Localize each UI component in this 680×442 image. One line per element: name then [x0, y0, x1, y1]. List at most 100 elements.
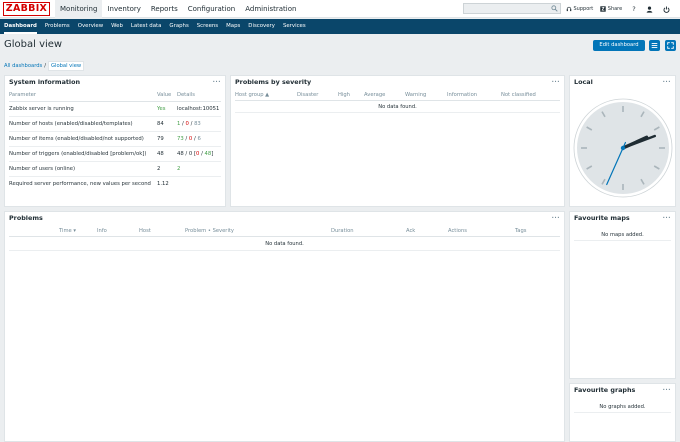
edit-dashboard-button[interactable]: Edit dashboard [593, 40, 645, 51]
table-row: Required server performance, new values … [9, 176, 221, 191]
system-info-table: Parameter Value Details Zabbix server is… [9, 89, 221, 191]
col-actions: Actions [448, 228, 467, 234]
details-cell: localhost:10051 [177, 101, 221, 117]
col-disaster: Disaster [297, 92, 319, 98]
parameter-cell: Number of triggers (enabled/disabled [pr… [9, 146, 157, 162]
submenu-discovery[interactable]: Discovery [244, 19, 279, 34]
col-host-group[interactable]: Host group ▲ [235, 89, 269, 101]
widget-menu-button[interactable]: ... [663, 212, 671, 221]
submenu-maps[interactable]: Maps [222, 19, 244, 34]
menu-inventory[interactable]: Inventory [102, 0, 145, 18]
details-cell: 2 [177, 161, 221, 177]
value-cell: Yes [157, 101, 177, 117]
submenu-dashboard[interactable]: Dashboard [0, 19, 41, 34]
menu-monitoring[interactable]: Monitoring [55, 0, 103, 18]
col-high: High [338, 92, 350, 98]
share-icon: Z [600, 6, 606, 12]
table-row: Number of items (enabled/disabled/not su… [9, 131, 221, 147]
favourite-graphs-widget: Favourite graphs ... No graphs added. [569, 383, 676, 442]
details-enabled: 73 [177, 135, 184, 142]
share-link[interactable]: Z Share [600, 6, 622, 12]
col-information: Information [447, 92, 478, 98]
widget-menu-button[interactable]: ... [552, 76, 560, 85]
widget-menu-button[interactable]: ... [552, 212, 560, 221]
menu-administration[interactable]: Administration [240, 0, 301, 18]
sign-out-icon[interactable] [663, 6, 670, 13]
menu-reports[interactable]: Reports [146, 0, 183, 18]
favourite-maps-widget: Favourite maps ... No maps added. [569, 211, 676, 379]
col-problem-severity[interactable]: Problem • Severity [185, 225, 234, 237]
col-time[interactable]: Time ▾ [59, 225, 76, 237]
widget-title: Problems by severity [235, 78, 312, 86]
widget-header: Problems ... [5, 212, 564, 225]
submenu-screens[interactable]: Screens [193, 19, 222, 34]
col-warning: Warning [405, 92, 427, 98]
widget-title: Favourite maps [574, 214, 630, 222]
widget-header: Problems by severity ... [231, 76, 564, 89]
no-data-message: No data found. [9, 237, 560, 251]
widget-header: Local ... [570, 76, 675, 89]
col-average: Average [364, 92, 386, 98]
breadcrumb-separator: / [44, 63, 46, 69]
details-templates: 83 [194, 120, 201, 127]
details-cell: 48 / 0 [0 / 48] [177, 146, 221, 162]
parameter-cell: Number of items (enabled/disabled/not su… [9, 131, 157, 147]
breadcrumb: All dashboards / Global view [4, 61, 85, 71]
menu-icon [651, 43, 658, 49]
details-cell: 1 / 0 / 83 [177, 116, 221, 132]
table-row: Zabbix server is running Yes localhost:1… [9, 101, 221, 117]
problems-by-severity-widget: Problems by severity ... Host group ▲ Di… [230, 75, 565, 207]
top-bar: ZABBIX Monitoring Inventory Reports Conf… [0, 0, 680, 18]
system-information-widget: System information ... Parameter Value D… [4, 75, 226, 207]
search-input[interactable] [464, 4, 550, 13]
widget-menu-button[interactable]: ... [213, 76, 221, 85]
breadcrumb-current[interactable]: Global view [47, 61, 85, 71]
col-tags: Tags [515, 228, 527, 234]
value-cell: 84 [157, 116, 177, 132]
value-cell: 48 [157, 146, 177, 162]
breadcrumb-all-dashboards[interactable]: All dashboards [4, 63, 42, 69]
severity-table-header: Host group ▲ Disaster High Average Warni… [235, 89, 560, 101]
widget-title: Favourite graphs [574, 386, 636, 394]
widget-menu-button[interactable]: ... [663, 76, 671, 85]
parameter-cell: Number of hosts (enabled/disabled/templa… [9, 116, 157, 132]
support-link[interactable]: Support [566, 6, 593, 12]
user-profile-icon[interactable] [646, 5, 653, 13]
col-host[interactable]: Host [139, 225, 151, 237]
widget-title: System information [9, 78, 81, 86]
widget-header: System information ... [5, 76, 225, 89]
widget-header: Favourite graphs ... [570, 384, 675, 397]
submenu-services[interactable]: Services [279, 19, 310, 34]
submenu-web[interactable]: Web [107, 19, 127, 34]
submenu-problems[interactable]: Problems [41, 19, 74, 34]
col-parameter: Parameter [9, 89, 157, 102]
no-maps-message: No maps added. [574, 229, 671, 241]
parameter-cell: Zabbix server is running [9, 101, 157, 117]
problems-widget: Problems ... Time ▾ Info Host Problem • … [4, 211, 565, 442]
details-not-supported: 6 [197, 135, 201, 142]
help-link[interactable]: ? [632, 5, 635, 13]
col-ack: Ack [406, 228, 416, 234]
zabbix-logo[interactable]: ZABBIX [3, 2, 50, 16]
details-suffix: ] [211, 150, 214, 157]
submenu-graphs[interactable]: Graphs [165, 19, 192, 34]
search-icon[interactable] [551, 5, 558, 12]
table-row: Number of triggers (enabled/disabled [pr… [9, 146, 221, 162]
no-graphs-message: No graphs added. [574, 401, 671, 413]
menu-configuration[interactable]: Configuration [183, 0, 240, 18]
col-value: Value [157, 89, 177, 102]
parameter-cell: Number of users (online) [9, 161, 157, 177]
details-cell [177, 176, 221, 191]
widget-header: Favourite maps ... [570, 212, 675, 225]
main-menu: Monitoring Inventory Reports Configurati… [55, 0, 301, 18]
submenu-latest-data[interactable]: Latest data [127, 19, 166, 34]
dashboard-actions-button[interactable] [649, 40, 660, 51]
analog-clock [573, 98, 673, 198]
table-row: Number of hosts (enabled/disabled/templa… [9, 116, 221, 132]
table-row: Number of users (online) 2 2 [9, 161, 221, 177]
fullscreen-button[interactable] [665, 40, 676, 51]
widget-menu-button[interactable]: ... [663, 384, 671, 393]
page-title: Global view [4, 39, 63, 50]
fullscreen-icon [667, 42, 674, 49]
submenu-overview[interactable]: Overview [74, 19, 107, 34]
